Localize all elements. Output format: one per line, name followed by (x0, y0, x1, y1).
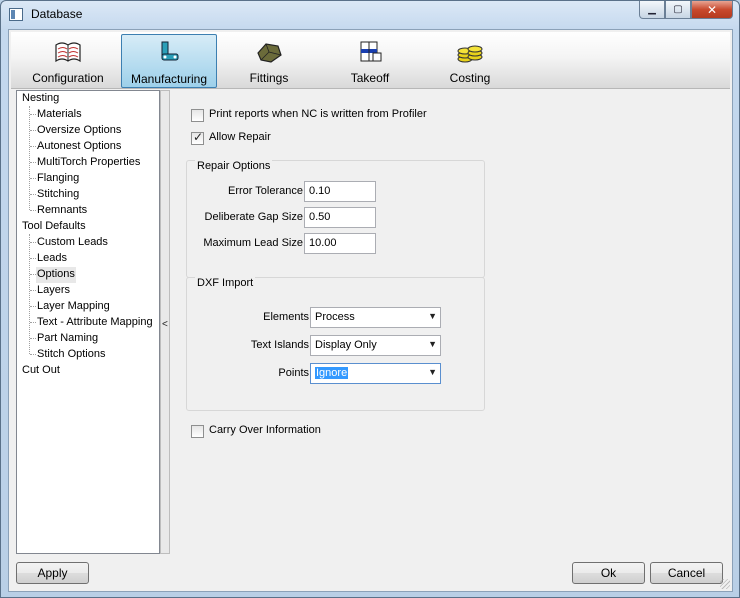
app-icon (9, 8, 23, 21)
carry-over-checkbox[interactable] (191, 425, 204, 438)
tree-item-nesting[interactable]: Nesting (22, 91, 59, 107)
chevron-down-icon: ▼ (428, 311, 437, 321)
takeoff-icon (360, 41, 382, 62)
tree-item-cut-out[interactable]: Cut Out (22, 363, 60, 379)
max-lead-label: Maximum Lead Size (203, 237, 303, 249)
fitting-icon (257, 43, 282, 63)
database-window: Database ▁ ▢ ✕ Configuration Manufacturi… (0, 0, 740, 598)
tab-costing-label: Costing (449, 71, 491, 85)
chevron-down-icon: ▼ (428, 339, 437, 349)
allow-repair-label[interactable]: Allow Repair (209, 131, 271, 143)
client-area: Configuration Manufacturing Fittings Tak… (8, 29, 733, 592)
window-title: Database (31, 7, 83, 21)
tree-item-text-attribute-mapping[interactable]: Text - Attribute Mapping (37, 315, 153, 331)
coins-icon (457, 45, 483, 63)
tree-item-leads[interactable]: Leads (37, 251, 67, 267)
tree-item-materials[interactable]: Materials (37, 107, 82, 123)
tree-item-oversize-options[interactable]: Oversize Options (37, 123, 121, 139)
print-reports-label[interactable]: Print reports when NC is written from Pr… (209, 108, 427, 120)
tree-item-autonest-options[interactable]: Autonest Options (37, 139, 121, 155)
chevron-down-icon: ▼ (428, 367, 437, 377)
print-reports-checkbox[interactable] (191, 109, 204, 122)
tab-costing[interactable]: Costing (422, 34, 518, 88)
resize-grip[interactable] (720, 579, 730, 589)
tab-configuration[interactable]: Configuration (20, 34, 116, 88)
tree-item-remnants[interactable]: Remnants (37, 203, 87, 219)
tab-manufacturing[interactable]: Manufacturing (121, 34, 217, 88)
panel-splitter[interactable]: < (160, 90, 170, 554)
text-islands-select[interactable]: Display Only ▼ (310, 335, 441, 356)
tree-line (29, 234, 30, 354)
book-icon (55, 42, 81, 63)
tab-configuration-label: Configuration (32, 71, 104, 85)
tree-item-stitching[interactable]: Stitching (37, 187, 79, 203)
text-islands-value: Display Only (315, 339, 377, 351)
collapse-arrow-icon[interactable]: < (162, 319, 168, 330)
tree-item-multitorch-properties[interactable]: MultiTorch Properties (37, 155, 140, 171)
maximize-button[interactable]: ▢ (665, 1, 691, 19)
category-toolbar: Configuration Manufacturing Fittings Tak… (11, 32, 730, 89)
gap-size-input[interactable]: 0.50 (304, 207, 376, 228)
elements-value: Process (315, 311, 355, 323)
carry-over-label[interactable]: Carry Over Information (209, 424, 321, 436)
tree-item-flanging[interactable]: Flanging (37, 171, 79, 187)
tree-item-layers[interactable]: Layers (37, 283, 70, 299)
gap-size-label: Deliberate Gap Size (204, 211, 303, 223)
tree-item-stitch-options[interactable]: Stitch Options (37, 347, 105, 363)
tab-fittings[interactable]: Fittings (221, 34, 317, 88)
close-icon: ✕ (706, 2, 718, 17)
tree-item-custom-leads[interactable]: Custom Leads (37, 235, 108, 251)
options-panel: Print reports when NC is written from Pr… (177, 90, 727, 554)
elements-select[interactable]: Process ▼ (310, 307, 441, 328)
max-lead-input[interactable]: 10.00 (304, 233, 376, 254)
tree-item-layer-mapping[interactable]: Layer Mapping (37, 299, 110, 315)
repair-options-group: Repair Options Error Tolerance 0.10 Deli… (186, 160, 485, 278)
points-select[interactable]: Ignore ▼ (310, 363, 441, 384)
points-label: Points (278, 367, 309, 379)
settings-tree[interactable]: Nesting Materials Oversize Options Auton… (16, 90, 160, 554)
elements-label: Elements (263, 311, 309, 323)
tab-takeoff-label: Takeoff (350, 71, 390, 85)
maximize-icon: ▢ (673, 4, 683, 15)
minimize-icon: ▁ (648, 4, 656, 15)
apply-button[interactable]: Apply (16, 562, 89, 584)
tab-manufacturing-label: Manufacturing (130, 72, 208, 86)
tab-takeoff[interactable]: Takeoff (322, 34, 418, 88)
close-button[interactable]: ✕ (691, 1, 733, 19)
tree-item-part-naming[interactable]: Part Naming (37, 331, 98, 347)
caption-buttons: ▁ ▢ ✕ (639, 1, 733, 19)
allow-repair-checkbox[interactable] (191, 130, 204, 145)
tree-item-tool-defaults[interactable]: Tool Defaults (22, 219, 86, 235)
error-tolerance-label: Error Tolerance (228, 185, 303, 197)
dxf-import-title: DXF Import (195, 277, 256, 289)
text-islands-label: Text Islands (250, 339, 309, 351)
tree-item-options[interactable]: Options (36, 267, 76, 283)
dxf-import-group: DXF Import Elements Process ▼ Text Islan… (186, 277, 485, 411)
title-bar[interactable]: Database ▁ ▢ ✕ (1, 1, 739, 29)
points-value: Ignore (315, 367, 349, 379)
tab-fittings-label: Fittings (249, 71, 289, 85)
machine-icon (161, 41, 179, 61)
cancel-button[interactable]: Cancel (650, 562, 723, 584)
error-tolerance-input[interactable]: 0.10 (304, 181, 376, 202)
repair-options-title: Repair Options (195, 160, 273, 172)
ok-button[interactable]: Ok (572, 562, 645, 584)
minimize-button[interactable]: ▁ (639, 1, 665, 19)
